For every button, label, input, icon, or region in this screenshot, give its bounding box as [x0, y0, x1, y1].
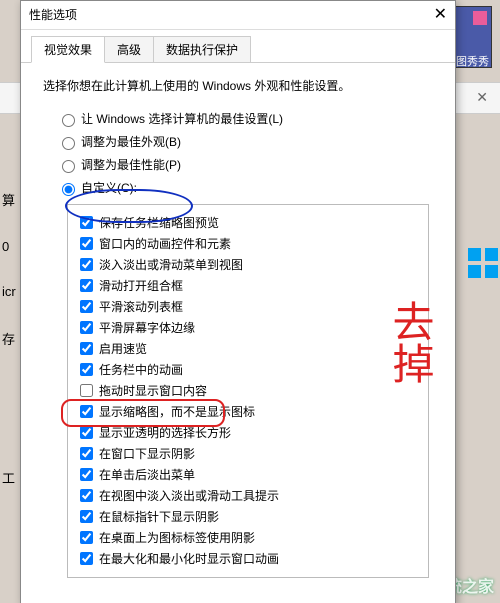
- effects-list: 保存任务栏缩略图预览窗口内的动画控件和元素淡入淡出或滑动菜单到视图滑动打开组合框…: [67, 204, 429, 578]
- effect-checkbox[interactable]: [80, 489, 93, 502]
- radio-input[interactable]: [62, 160, 75, 173]
- radio-custom[interactable]: 自定义(C):: [57, 179, 433, 196]
- effect-item[interactable]: 启用速览: [76, 339, 420, 358]
- effect-item[interactable]: 任务栏中的动画: [76, 360, 420, 379]
- effect-label: 窗口内的动画控件和元素: [99, 235, 231, 252]
- effect-label: 在桌面上为图标标签使用阴影: [99, 529, 255, 546]
- effect-checkbox[interactable]: [80, 342, 93, 355]
- effect-item[interactable]: 拖动时显示窗口内容: [76, 381, 420, 400]
- effect-label: 在窗口下显示阴影: [99, 445, 195, 462]
- radio-input[interactable]: [62, 137, 75, 150]
- effect-checkbox[interactable]: [80, 237, 93, 250]
- effect-item[interactable]: 平滑滚动列表框: [76, 297, 420, 316]
- effect-checkbox[interactable]: [80, 531, 93, 544]
- radio-label: 让 Windows 选择计算机的最佳设置(L): [81, 110, 283, 127]
- effect-label: 拖动时显示窗口内容: [99, 382, 207, 399]
- titlebar: 性能选项 ✕: [21, 1, 455, 30]
- radio-input[interactable]: [62, 114, 75, 127]
- effect-item[interactable]: 滑动打开组合框: [76, 276, 420, 295]
- effect-checkbox[interactable]: [80, 279, 93, 292]
- performance-options-dialog: 性能选项 ✕ 视觉效果 高级 数据执行保护 选择你想在此计算机上使用的 Wind…: [20, 0, 456, 603]
- effect-checkbox[interactable]: [80, 321, 93, 334]
- effect-item[interactable]: 在最大化和最小化时显示窗口动画: [76, 549, 420, 568]
- radio-let-windows[interactable]: 让 Windows 选择计算机的最佳设置(L): [57, 110, 433, 127]
- radio-label: 调整为最佳外观(B): [81, 133, 181, 150]
- radio-best-performance[interactable]: 调整为最佳性能(P): [57, 156, 433, 173]
- radio-label: 调整为最佳性能(P): [81, 156, 181, 173]
- bg-close-icon[interactable]: ✕: [476, 89, 488, 106]
- tab-strip: 视觉效果 高级 数据执行保护: [31, 36, 455, 63]
- radio-best-appearance[interactable]: 调整为最佳外观(B): [57, 133, 433, 150]
- effect-item[interactable]: 平滑屏幕字体边缘: [76, 318, 420, 337]
- effect-label: 在单击后淡出菜单: [99, 466, 195, 483]
- windows-logo-icon: [468, 248, 498, 278]
- tab-dep[interactable]: 数据执行保护: [153, 36, 251, 63]
- effect-label: 显示缩略图，而不是显示图标: [99, 403, 255, 420]
- effect-checkbox[interactable]: [80, 258, 93, 271]
- effect-checkbox[interactable]: [80, 363, 93, 376]
- effect-item[interactable]: 在视图中淡入淡出或滑动工具提示: [76, 486, 420, 505]
- tab-advanced[interactable]: 高级: [104, 36, 154, 63]
- dialog-body: 选择你想在此计算机上使用的 Windows 外观和性能设置。 让 Windows…: [21, 63, 455, 586]
- effect-label: 平滑滚动列表框: [99, 298, 183, 315]
- effect-label: 滑动打开组合框: [99, 277, 183, 294]
- effect-label: 在视图中淡入淡出或滑动工具提示: [99, 487, 279, 504]
- effect-checkbox[interactable]: [80, 510, 93, 523]
- effect-checkbox[interactable]: [80, 552, 93, 565]
- effect-label: 淡入淡出或滑动菜单到视图: [99, 256, 243, 273]
- effect-item[interactable]: 在鼠标指针下显示阴影: [76, 507, 420, 526]
- effect-item[interactable]: 在窗口下显示阴影: [76, 444, 420, 463]
- effect-checkbox[interactable]: [80, 216, 93, 229]
- effect-label: 任务栏中的动画: [99, 361, 183, 378]
- radio-label: 自定义(C):: [81, 179, 137, 196]
- effect-label: 启用速览: [99, 340, 147, 357]
- effect-checkbox[interactable]: [80, 426, 93, 439]
- effect-label: 显示亚透明的选择长方形: [99, 424, 231, 441]
- effect-checkbox[interactable]: [80, 468, 93, 481]
- effect-item[interactable]: 显示亚透明的选择长方形: [76, 423, 420, 442]
- effect-label: 在最大化和最小化时显示窗口动画: [99, 550, 279, 567]
- effect-checkbox[interactable]: [80, 384, 93, 397]
- description-text: 选择你想在此计算机上使用的 Windows 外观和性能设置。: [43, 77, 433, 94]
- effect-item[interactable]: 淡入淡出或滑动菜单到视图: [76, 255, 420, 274]
- close-icon[interactable]: ✕: [434, 1, 447, 29]
- effect-item[interactable]: 在桌面上为图标标签使用阴影: [76, 528, 420, 547]
- dialog-title: 性能选项: [29, 1, 77, 29]
- effect-checkbox[interactable]: [80, 300, 93, 313]
- effect-label: 平滑屏幕字体边缘: [99, 319, 195, 336]
- effect-item[interactable]: 显示缩略图，而不是显示图标: [76, 402, 420, 421]
- effect-item[interactable]: 窗口内的动画控件和元素: [76, 234, 420, 253]
- effect-item[interactable]: 在单击后淡出菜单: [76, 465, 420, 484]
- radio-input[interactable]: [62, 183, 75, 196]
- app-icon-badge: [473, 11, 487, 25]
- effect-checkbox[interactable]: [80, 447, 93, 460]
- effect-label: 保存任务栏缩略图预览: [99, 214, 219, 231]
- tab-visual-effects[interactable]: 视觉效果: [31, 36, 105, 63]
- effect-item[interactable]: 保存任务栏缩略图预览: [76, 213, 420, 232]
- effect-label: 在鼠标指针下显示阴影: [99, 508, 219, 525]
- effect-checkbox[interactable]: [80, 405, 93, 418]
